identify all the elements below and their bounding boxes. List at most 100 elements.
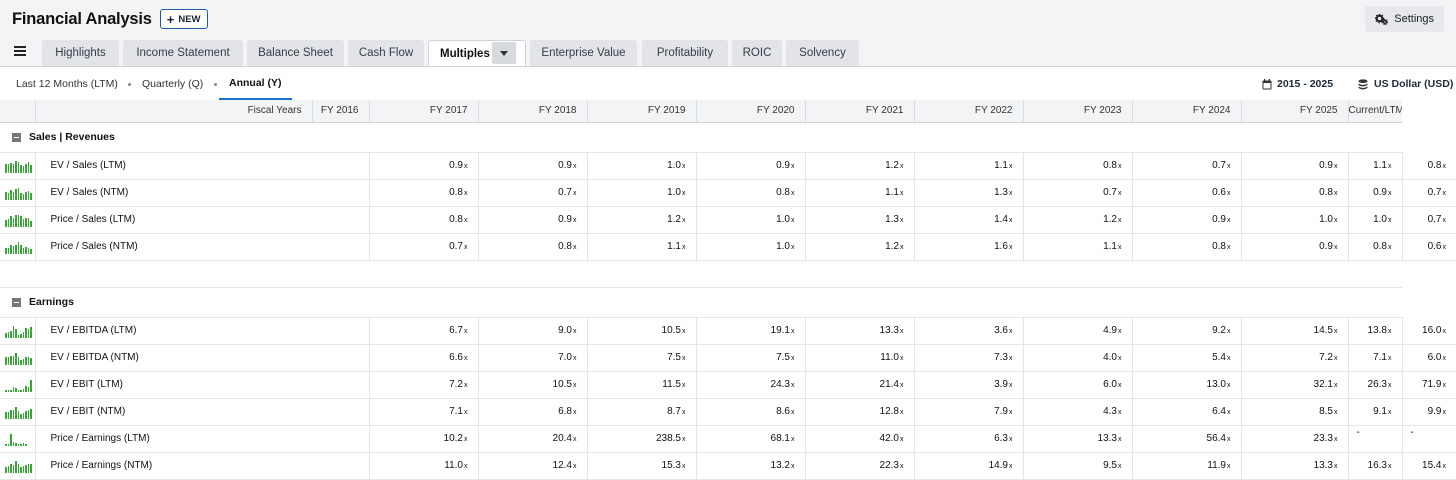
tab-cash-flow[interactable]: Cash Flow xyxy=(348,40,424,66)
period-ltm[interactable]: Last 12 Months (LTM) xyxy=(16,67,118,101)
tab-solvency[interactable]: Solvency xyxy=(786,40,859,66)
header-fy-2025: FY 2025 xyxy=(1241,100,1349,123)
multiple-suffix: x xyxy=(1334,355,1338,362)
multiple-suffix: x xyxy=(1009,190,1013,197)
multiple-suffix: x xyxy=(791,355,795,362)
sparkline-cell[interactable] xyxy=(0,371,36,399)
sparkline-cell[interactable] xyxy=(0,206,36,234)
sparkline-bar xyxy=(12,325,14,338)
value-text: 4.3 xyxy=(1103,406,1117,417)
multiple-suffix: x xyxy=(464,244,468,251)
sparkline-bar xyxy=(5,390,7,392)
value-cell: 1.1x xyxy=(1348,152,1403,180)
sparkline-bar xyxy=(12,442,14,446)
sparkline-bar xyxy=(7,163,9,173)
value-text: 19.1 xyxy=(770,325,790,336)
sparkline-chart-icon xyxy=(5,378,34,392)
value-cell: 6.0x xyxy=(1023,371,1133,399)
sparkline-cell[interactable] xyxy=(0,344,36,372)
value-text: 7.5 xyxy=(667,352,681,363)
value-text: 1.0 xyxy=(776,214,790,225)
value-text: 6.0 xyxy=(1427,352,1442,363)
value-text: 13.0 xyxy=(1206,379,1226,390)
sparkline-bar xyxy=(10,245,12,254)
multiple-suffix: x xyxy=(573,328,577,335)
sparkline-cell[interactable] xyxy=(0,179,36,207)
value-text: 4.0 xyxy=(1103,352,1117,363)
date-range-selector[interactable]: 2015 - 2025 xyxy=(1262,67,1333,101)
sparkline-cell[interactable] xyxy=(0,425,36,453)
sparkline-cell[interactable] xyxy=(0,398,36,426)
multiple-suffix: x xyxy=(1009,163,1013,170)
value-text: 14.5 xyxy=(1313,325,1333,336)
currency-selector[interactable]: US Dollar (USD) xyxy=(1357,67,1453,101)
tab-highlights[interactable]: Highlights xyxy=(42,40,119,66)
value-cell: 0.9x xyxy=(478,152,588,180)
sparkline-cell[interactable] xyxy=(0,233,36,261)
tab-balance-sheet[interactable]: Balance Sheet xyxy=(247,40,344,66)
tab-income-statement[interactable]: Income Statement xyxy=(123,40,243,66)
multiple-suffix: x xyxy=(1227,355,1231,362)
row-label: EV / EBIT (NTM) xyxy=(35,398,370,426)
row-label: Price / Earnings (LTM) xyxy=(35,425,370,453)
value-cell: 11.5x xyxy=(587,371,697,399)
hamburger-menu-icon[interactable] xyxy=(14,46,26,56)
value-cell: 4.0x xyxy=(1023,344,1133,372)
value-text: 16.0 xyxy=(1422,324,1442,336)
value-text: 1.6 xyxy=(994,241,1008,252)
value-cell: 0.7x xyxy=(1402,206,1456,234)
value-cell: 6.7x xyxy=(369,317,479,345)
value-text: 26.3 xyxy=(1367,379,1387,390)
section-title-cell[interactable]: Earnings xyxy=(0,287,1402,318)
sparkline-bar xyxy=(15,352,17,365)
multiple-suffix: x xyxy=(1442,355,1447,362)
value-cell: 0.8x xyxy=(478,233,588,261)
multiple-suffix: x xyxy=(900,163,904,170)
value-cell: 1.2x xyxy=(805,152,915,180)
sparkline-bar xyxy=(20,467,22,473)
tab-profitability[interactable]: Profitability xyxy=(642,40,728,66)
multiple-suffix: x xyxy=(1334,163,1338,170)
tab-roic[interactable]: ROIC xyxy=(732,40,782,66)
collapse-icon[interactable] xyxy=(12,132,21,142)
header-fy-2018: FY 2018 xyxy=(478,100,588,123)
period-quarterly[interactable]: Quarterly (Q) xyxy=(142,67,203,101)
sparkline-bar xyxy=(22,193,24,200)
header-fy-2016: FY 2016 xyxy=(312,100,370,123)
value-text: 0.8 xyxy=(1319,187,1333,198)
sparkline-cell[interactable] xyxy=(0,452,36,480)
multiples-dropdown-button[interactable] xyxy=(492,42,516,64)
multiple-suffix: x xyxy=(791,463,795,470)
tab-enterprise-value[interactable]: Enterprise Value xyxy=(530,40,637,66)
section-title-cell[interactable]: Sales | Revenues xyxy=(0,122,1402,153)
sparkline-cell[interactable] xyxy=(0,317,36,345)
multiple-suffix: x xyxy=(1118,190,1122,197)
value-text: 7.5 xyxy=(776,352,790,363)
value-cell: 13.3x xyxy=(1241,452,1349,480)
value-cell: 6.4x xyxy=(1132,398,1242,426)
value-text: 0.8 xyxy=(449,187,463,198)
period-annual[interactable]: Annual (Y) xyxy=(219,67,292,101)
sparkline-bar xyxy=(5,444,7,446)
value-text: 6.3 xyxy=(994,433,1008,444)
calendar-icon xyxy=(1262,78,1272,89)
sparkline-bar xyxy=(17,444,19,446)
sparkline-bar xyxy=(20,390,22,392)
value-cell: 4.3x xyxy=(1023,398,1133,426)
value-text: 0.9 xyxy=(1212,214,1226,225)
collapse-icon[interactable] xyxy=(12,297,21,307)
value-text: 238.5 xyxy=(655,433,681,444)
new-button[interactable]: + NEW xyxy=(159,9,208,29)
sparkline-bar xyxy=(7,247,9,254)
sparkline-cell[interactable] xyxy=(0,152,36,180)
sparkline-bar xyxy=(7,389,9,392)
multiple-suffix: x xyxy=(682,409,686,416)
settings-button[interactable]: Settings xyxy=(1365,6,1444,32)
multiple-suffix: x xyxy=(1118,328,1122,335)
value-cell: 56.4x xyxy=(1132,425,1242,453)
sparkline-bar xyxy=(30,357,32,365)
multiple-suffix: x xyxy=(682,436,686,443)
sparkline-bar xyxy=(27,217,29,227)
value-text: 22.3 xyxy=(879,460,899,471)
table-row-ev-ebit-ltm: EV / EBIT (LTM) 7.2x 10.5x 11.5x 24.3x 21.4x 3… xyxy=(0,371,1456,399)
